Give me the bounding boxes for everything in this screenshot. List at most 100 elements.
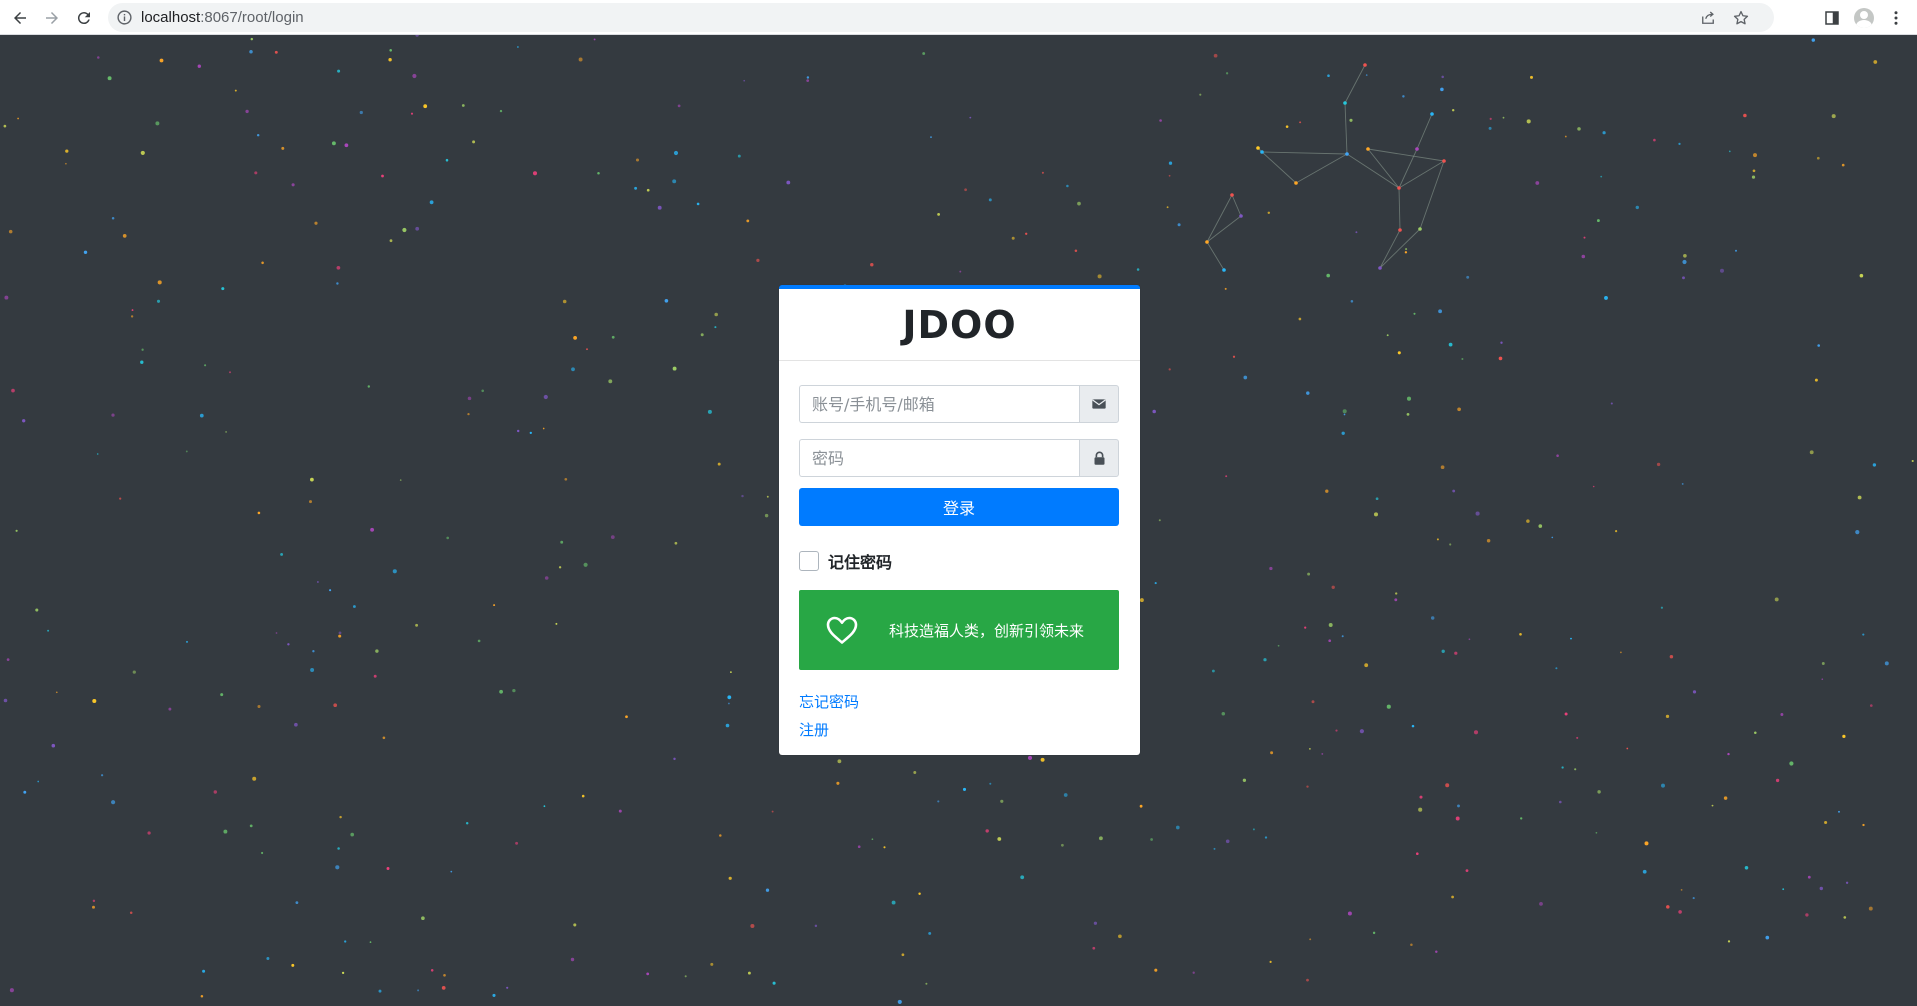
particle-dot [338, 631, 342, 635]
particle-dot [1416, 852, 1419, 855]
forward-arrow-icon[interactable] [39, 5, 65, 31]
star-icon[interactable] [1732, 9, 1750, 27]
particle-dot [696, 202, 700, 206]
particle-dot [597, 171, 600, 175]
particle-dot [92, 899, 96, 903]
particle-dot [1213, 847, 1216, 850]
particle-dot [492, 993, 496, 997]
particle-dot [314, 221, 318, 225]
back-arrow-icon[interactable] [7, 5, 33, 31]
particle-dot [746, 219, 750, 223]
particle-dot [341, 971, 345, 975]
particle-dot [386, 867, 390, 870]
particle-dot [1841, 163, 1845, 167]
particle-dot [1519, 632, 1522, 636]
particle-dot [564, 477, 568, 481]
particle-dot [837, 759, 842, 764]
info-icon[interactable] [116, 9, 133, 26]
particle-dot [119, 497, 122, 500]
url-text[interactable]: localhost:8067/root/login [141, 9, 304, 26]
particle-dot [719, 834, 722, 837]
account-input[interactable] [799, 385, 1079, 423]
more-vert-icon[interactable] [1885, 7, 1907, 29]
particle-dot [1807, 875, 1811, 879]
particle-dot [1325, 489, 1329, 493]
particle-dot [806, 79, 810, 82]
particle-dot [317, 581, 319, 583]
login-button[interactable]: 登录 [799, 488, 1119, 526]
particle-dot [1430, 616, 1435, 620]
particle-dot [1402, 95, 1405, 98]
share-icon[interactable] [1699, 9, 1717, 27]
particle-dot [1678, 910, 1682, 914]
particle-dot [101, 774, 104, 777]
checkbox-box[interactable] [799, 551, 819, 571]
profile-avatar[interactable] [1853, 7, 1875, 29]
particle-dot [310, 668, 315, 672]
particle-dot [499, 689, 503, 694]
particle-dot [1752, 169, 1756, 173]
particle-dot [1805, 913, 1809, 917]
particle-dot [11, 388, 15, 393]
slogan-banner: 科技造福人类，创新引领未来 [799, 590, 1119, 670]
particle-dot [22, 419, 26, 423]
particle-dot [1596, 219, 1600, 223]
reload-icon[interactable] [71, 5, 97, 31]
particle-dot [131, 309, 134, 312]
constellation-line [1344, 102, 1348, 155]
particle-dot [234, 89, 237, 92]
particle-dot [618, 809, 622, 813]
particle-dot [1410, 943, 1413, 947]
particle-dot [254, 171, 258, 175]
forgot-password-link[interactable]: 忘记密码 [799, 691, 859, 712]
particle-dot [1168, 161, 1173, 165]
particle-dot [700, 333, 704, 337]
password-field-group [799, 439, 1119, 477]
particle-dot [1252, 828, 1255, 831]
particle-dot [741, 494, 744, 498]
particle-dot [1751, 175, 1756, 179]
particle-dot [1570, 637, 1572, 640]
particle-dot [1816, 156, 1820, 160]
particle-dot [964, 188, 967, 192]
constellation-node [1430, 112, 1434, 116]
constellation-line [1367, 148, 1400, 189]
particle-dot [472, 140, 476, 144]
side-panel-icon[interactable] [1821, 7, 1843, 29]
register-link[interactable]: 注册 [799, 719, 829, 740]
particle-dot [684, 975, 687, 978]
particle-dot [412, 73, 417, 79]
particle-dot [543, 805, 546, 808]
particle-dot [583, 562, 588, 567]
remember-password-checkbox[interactable]: 记住密码 [799, 549, 892, 573]
particle-dot [1177, 223, 1181, 227]
particle-dot [922, 52, 926, 55]
particle-dot [625, 715, 628, 719]
particle-dot [83, 250, 88, 254]
particle-dot [1782, 888, 1785, 891]
particle-dot [92, 698, 97, 704]
password-input[interactable] [799, 439, 1079, 477]
particle-dot [228, 371, 232, 374]
lock-icon [1079, 439, 1119, 477]
particle-dot [378, 989, 382, 993]
particle-dot [1683, 253, 1687, 258]
particle-dot [1168, 174, 1171, 177]
particle-dot [1821, 678, 1824, 681]
particle-dot [1298, 317, 1302, 321]
particle-dot [1744, 866, 1749, 870]
particle-dot [129, 911, 133, 915]
particle-dot [223, 829, 228, 834]
particle-dot [467, 412, 470, 416]
particle-dot [141, 348, 144, 351]
address-bar[interactable]: localhost:8067/root/login [108, 3, 1774, 32]
particle-dot [1644, 841, 1649, 846]
particle-dot [157, 280, 162, 285]
particle-dot [493, 604, 496, 607]
constellation-node [1239, 214, 1243, 218]
particle-dot [1535, 181, 1540, 185]
particle-dot [1150, 838, 1153, 841]
particle-dot [281, 146, 285, 150]
particle-dot [1061, 843, 1064, 847]
particle-dot [558, 566, 562, 569]
